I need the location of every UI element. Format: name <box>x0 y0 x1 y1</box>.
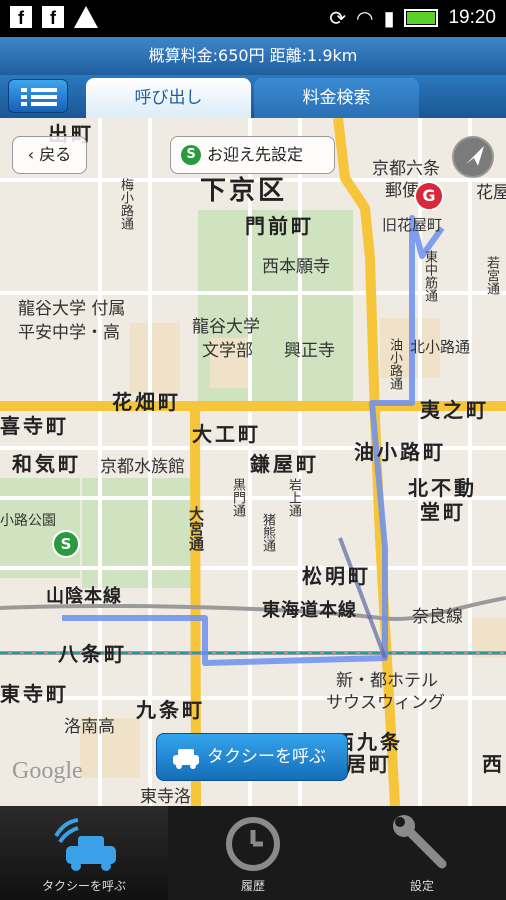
menu-list-button[interactable] <box>8 79 68 113</box>
list-line <box>31 95 57 99</box>
map-label: 旧花屋町 <box>382 216 443 234</box>
map-label: 鎌屋町 <box>250 452 319 476</box>
goal-marker[interactable]: G <box>414 181 444 211</box>
map-label: 西本願寺 <box>262 257 330 277</box>
nav-call-taxi[interactable]: タクシーを呼ぶ <box>0 806 168 900</box>
map-label: 夷之町 <box>420 398 489 422</box>
map-label: 花畑町 <box>112 390 181 414</box>
tab-fare-search[interactable]: 料金検索 <box>254 78 419 118</box>
status-bar: f f ⟳ ◠ ▮ 19:20 <box>0 0 506 37</box>
taxi-icon <box>173 749 199 769</box>
back-label: 戻る <box>39 145 72 164</box>
map-label: 松明町 <box>302 564 371 588</box>
map-label: 居町 <box>346 752 392 776</box>
map-label: 岩上通 <box>286 478 301 517</box>
clock-icon <box>226 817 280 871</box>
tab-bar: 呼び出し 料金検索 <box>0 75 506 118</box>
map-label: 喜寺町 <box>0 414 69 438</box>
map-label: 八条町 <box>58 642 127 666</box>
taxi-call-icon <box>54 818 116 871</box>
clock: 19:20 <box>448 7 496 28</box>
map-label: 大工町 <box>192 422 261 446</box>
map-view[interactable]: 出町 下京区 門前町 西本願寺 龍谷大学 付属 平安中学・高 龍谷大学 文学部 … <box>0 118 506 806</box>
chevron-left-icon: ‹ <box>27 145 40 164</box>
google-logo: Google <box>12 758 83 784</box>
list-bullet <box>21 95 27 99</box>
list-line <box>31 88 57 92</box>
building-block <box>130 323 180 393</box>
map-label: 黒門通 <box>230 478 245 517</box>
map-label: 門前町 <box>245 214 314 238</box>
map-label: 油小路通 <box>387 338 402 390</box>
start-marker[interactable]: S <box>52 530 80 558</box>
bottom-navigation: タクシーを呼ぶ 履歴 設定 <box>0 806 506 900</box>
map-label: 大宮通 <box>187 506 205 551</box>
call-taxi-label: タクシーを呼ぶ <box>207 747 326 767</box>
map-label: 東中筋通 <box>422 250 437 302</box>
map-label: サウスウィング <box>326 693 445 713</box>
call-taxi-button[interactable]: タクシーを呼ぶ <box>156 733 348 781</box>
list-bullet <box>21 102 27 106</box>
map-label: 興正寺 <box>284 341 335 361</box>
battery-icon <box>404 9 439 27</box>
map-label: 小路公園 <box>0 513 56 529</box>
fare-distance-bar: 概算料金:650円 距離:1.9km <box>0 37 506 75</box>
list-bullet <box>21 88 27 92</box>
map-label: 文学部 <box>202 341 253 361</box>
map-label: 堂町 <box>420 500 466 524</box>
wrench-icon <box>393 815 447 869</box>
wifi-icon: ◠ <box>355 6 374 30</box>
map-label: 東海道本線 <box>262 600 357 621</box>
map-label: 油小路町 <box>354 440 446 464</box>
pickup-location-button[interactable]: S お迎え先設定 <box>170 136 335 174</box>
facebook-notification-icon: f <box>10 6 32 28</box>
map-label: 花屋 <box>476 183 506 203</box>
map-label: 洛南高 <box>64 717 115 737</box>
tab-call[interactable]: 呼び出し <box>86 78 251 118</box>
list-line <box>31 102 57 106</box>
map-label: 下京区 <box>200 176 288 206</box>
nav-settings[interactable]: 設定 <box>338 806 506 900</box>
sync-icon: ⟳ <box>329 6 346 30</box>
map-label: 奈良線 <box>412 607 463 627</box>
map-label: 京都水族館 <box>100 457 185 477</box>
map-label: 山陰本線 <box>46 586 122 607</box>
map-label: 龍谷大学 付属 <box>18 299 126 319</box>
map-label: 北小路通 <box>410 338 471 356</box>
signal-icon: ▮ <box>383 6 395 30</box>
nav-label: 履歴 <box>240 879 265 893</box>
map-label: 和気町 <box>12 452 81 476</box>
facebook-notification-icon: f <box>42 6 64 28</box>
navigation-arrow-icon <box>466 146 484 166</box>
map-label: 九条町 <box>136 698 205 722</box>
map-label: 平安中学・高 <box>18 323 120 343</box>
map-label: 猪熊通 <box>260 513 275 552</box>
map-label: 龍谷大学 <box>192 317 260 337</box>
nav-label: 設定 <box>409 879 434 893</box>
map-label: 若宮通 <box>484 256 499 295</box>
back-button[interactable]: ‹ 戻る <box>12 136 87 174</box>
current-location-icon[interactable] <box>452 136 494 178</box>
warning-icon <box>74 6 98 28</box>
start-badge-icon: S <box>181 145 201 165</box>
nav-history[interactable]: 履歴 <box>168 806 338 900</box>
map-label: 東寺洛 <box>140 787 191 806</box>
nav-label: タクシーを呼ぶ <box>41 879 126 893</box>
map-label: 東寺町 <box>0 682 69 706</box>
pickup-label: お迎え先設定 <box>207 145 304 164</box>
map-label: 梅小路通 <box>118 178 133 230</box>
map-label: 西 <box>482 752 505 776</box>
